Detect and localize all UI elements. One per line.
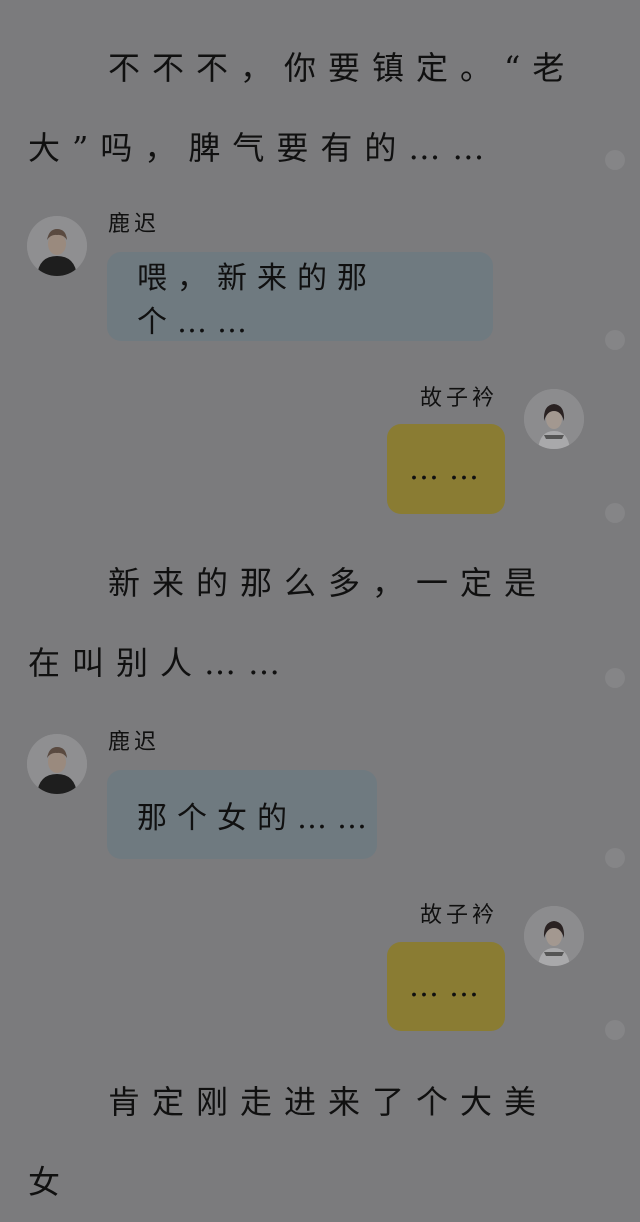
sender-name-guzijin: 故子衿 [420, 386, 499, 411]
scroll-dot-icon [605, 150, 625, 170]
avatar-guzijin-icon[interactable] [524, 906, 584, 966]
scroll-dot-icon [605, 848, 625, 868]
sender-name-luchi: 鹿迟 [108, 730, 161, 755]
scroll-dot-icon [605, 503, 625, 523]
narration-paragraph-2: 新来的那么多，一定是在叫别人…… [28, 564, 549, 682]
chat-bubble-left[interactable]: 喂，新来的那个…… [107, 252, 493, 341]
avatar-guzijin-icon[interactable] [524, 389, 584, 449]
avatar-luchi-icon[interactable] [27, 734, 87, 794]
chat-bubble-left[interactable]: 那个女的…… [107, 770, 377, 859]
sender-name-guzijin: 故子衿 [420, 903, 499, 928]
narration-paragraph-3: 肯定刚走进来了个大美女 [28, 1083, 549, 1201]
narration-paragraph-1: 不不不，你要镇定。“老大”吗，脾气要有的…… [28, 49, 577, 167]
scroll-dot-icon [605, 1020, 625, 1040]
chat-bubble-right[interactable]: …… [387, 942, 505, 1031]
scroll-dot-icon [605, 668, 625, 688]
sender-name-luchi: 鹿迟 [108, 212, 161, 237]
chat-bubble-right[interactable]: …… [387, 424, 505, 514]
scroll-dot-icon [605, 330, 625, 350]
avatar-luchi-icon[interactable] [27, 216, 87, 276]
